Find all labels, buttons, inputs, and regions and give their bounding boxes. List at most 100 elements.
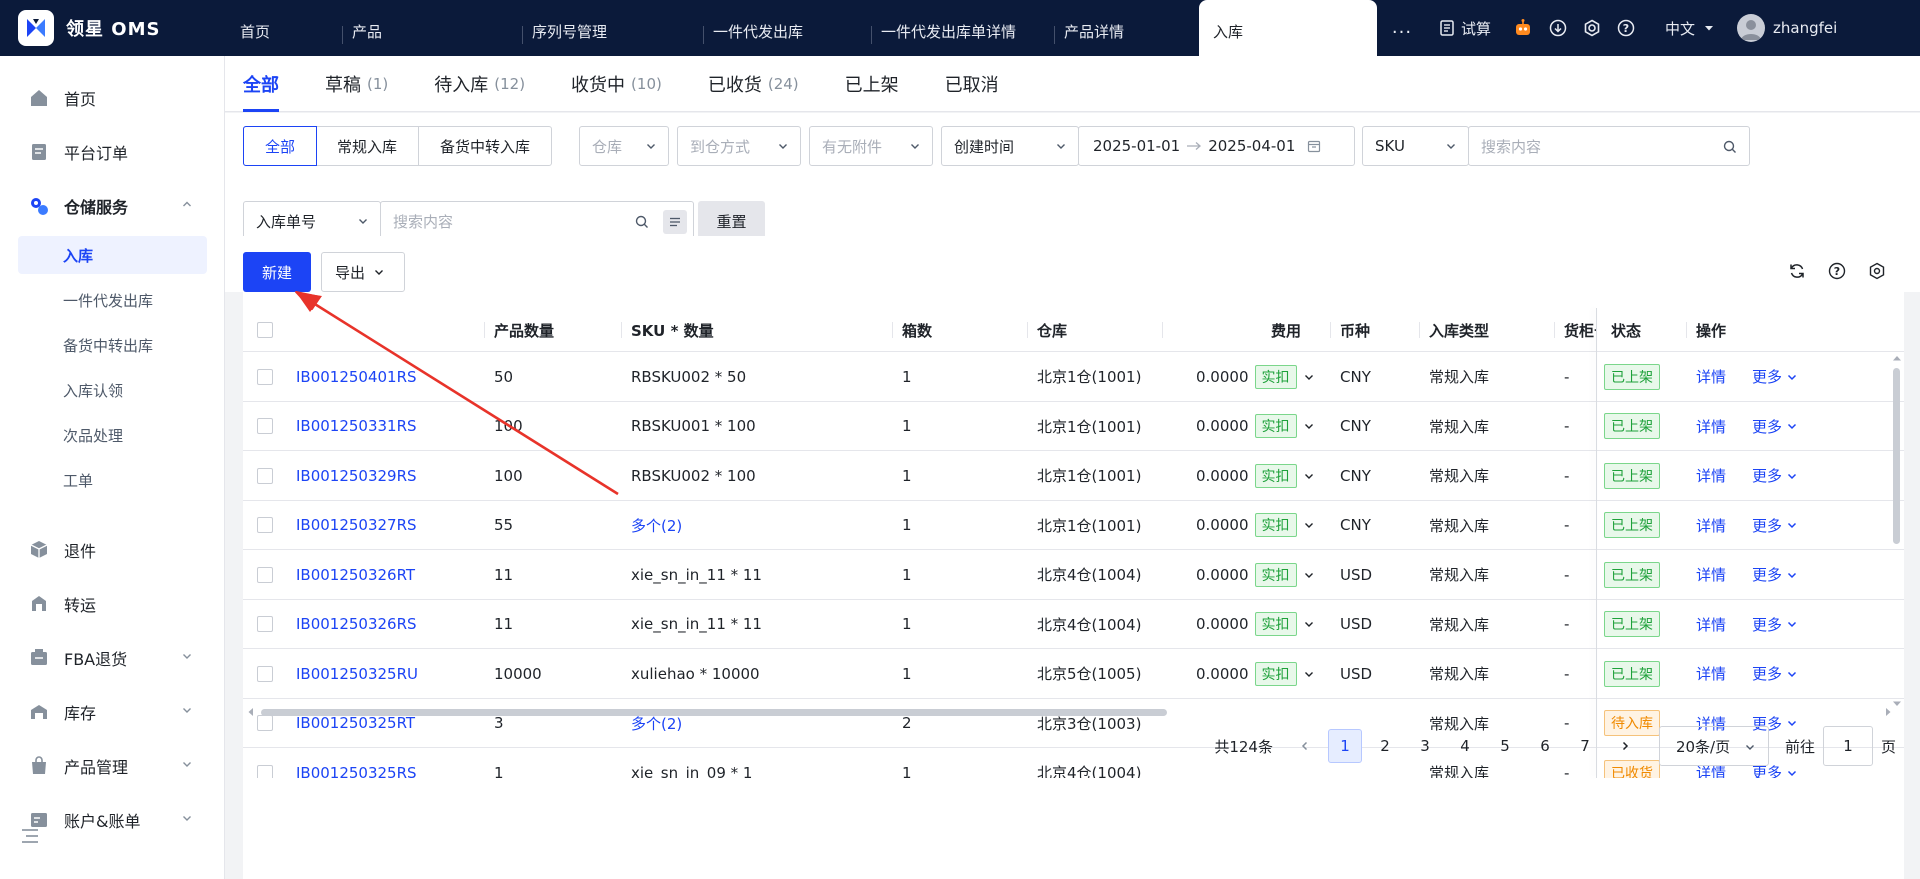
status-tab-7[interactable]: 已取消 [945,56,999,112]
sidebar-subitem-4[interactable]: 入库认领 [18,371,207,409]
goto-page-input[interactable]: 1 [1822,726,1873,766]
logo[interactable]: 领星 OMS [0,0,230,56]
new-button[interactable]: 新建 [243,252,311,292]
nav-tab-active[interactable]: 入库 [1199,0,1377,56]
vertical-scrollbar[interactable] [1891,352,1903,708]
export-button[interactable]: 导出 [321,252,405,292]
warehouse-select[interactable]: 仓库 [579,126,669,166]
nav-tab-4[interactable]: 一件代发出库 [703,0,871,56]
page-button-4[interactable]: 4 [1448,729,1482,763]
horizontal-scroll-thumb[interactable] [261,709,1167,716]
row-checkbox[interactable] [257,764,273,778]
nav-tab-6[interactable]: 产品详情 [1054,0,1199,56]
detail-link[interactable]: 详情 [1696,600,1726,649]
inbound-no-link[interactable]: IB001250325RS [296,748,417,779]
nav-tab-2[interactable]: 产品 [342,0,522,56]
chevron-down-icon[interactable] [1303,470,1315,482]
inbound-no-link[interactable]: IB001250401RS [296,352,417,401]
calc-button[interactable]: 试算 [1439,18,1491,39]
chevron-down-icon[interactable] [1303,618,1315,630]
status-tab-1[interactable]: 全部 [243,56,279,112]
inbound-no-search-input[interactable]: 搜索内容 [380,201,694,241]
help-circle-icon[interactable]: ? [1828,262,1846,280]
detail-link[interactable]: 详情 [1696,550,1726,599]
row-checkbox[interactable] [257,467,273,484]
attachment-select[interactable]: 有无附件 [809,126,933,166]
select-all-checkbox[interactable] [257,322,273,338]
sku-search-input[interactable]: 搜索内容 [1468,126,1750,166]
prev-page-button[interactable] [1288,729,1322,763]
scroll-right-icon[interactable] [1884,707,1892,717]
inbound-no-link[interactable]: IB001250325RU [296,649,418,698]
nav-tab-5[interactable]: 一件代发出库单详情 [871,0,1054,56]
row-checkbox[interactable] [257,517,273,533]
chevron-down-icon[interactable] [1303,420,1315,432]
sidebar-subitem-5[interactable]: 次品处理 [18,416,207,454]
arrival-method-select[interactable]: 到仓方式 [677,126,801,166]
sku-type-select[interactable]: SKU [1362,126,1469,166]
row-checkbox[interactable] [257,616,273,632]
sidebar-item-5[interactable]: 转运 [0,584,225,624]
inbound-no-link[interactable]: IB001250327RS [296,501,417,550]
sidebar-item-7[interactable]: 库存 [0,692,225,732]
search-icon[interactable] [1723,140,1737,154]
sidebar-item-9[interactable]: 账户&账单 [0,800,225,840]
column-settings-icon[interactable] [1868,262,1886,280]
status-tab-5[interactable]: 已收货 (24) [708,56,799,112]
detail-link[interactable]: 详情 [1696,402,1726,451]
search-icon[interactable] [635,215,649,229]
sidebar-item-6[interactable]: FBA退货 [0,638,225,678]
more-menu[interactable]: 更多 [1752,649,1798,698]
sidebar-item-8[interactable]: 产品管理 [0,746,225,786]
date-range-picker[interactable]: 2025-01-01 2025-04-01 [1078,126,1355,166]
sidebar-subitem-3[interactable]: 备货中转出库 [18,326,207,364]
chevron-down-icon[interactable] [1303,569,1315,581]
settings-icon[interactable] [1583,19,1601,37]
sidebar-item-4[interactable]: 退件 [0,530,225,570]
detail-link[interactable]: 详情 [1696,501,1726,550]
page-button-2[interactable]: 2 [1368,729,1402,763]
sku-qty[interactable]: 多个(2) [631,501,682,550]
chevron-down-icon[interactable] [1303,519,1315,531]
row-checkbox[interactable] [257,665,273,682]
status-tab-2[interactable]: 草稿 (1) [325,56,388,112]
status-tab-3[interactable]: 待入库 (12) [434,56,525,112]
horizontal-scrollbar[interactable] [247,706,1892,718]
nav-tab-3[interactable]: 序列号管理 [522,0,703,56]
type-transit-option[interactable]: 备货中转入库 [419,127,551,165]
chevron-down-icon[interactable] [1303,371,1315,383]
status-tab-4[interactable]: 收货中 (10) [571,56,662,112]
sidebar-subitem-2[interactable]: 一件代发出库 [18,281,207,319]
inbound-no-link[interactable]: IB001250326RS [296,600,417,649]
nav-more-button[interactable]: ··· [1377,14,1427,43]
status-tab-6[interactable]: 已上架 [845,56,899,112]
page-button-5[interactable]: 5 [1488,729,1522,763]
sidebar-item-1[interactable]: 首页 [0,78,225,118]
sidebar-item-2[interactable]: 平台订单 [0,132,225,172]
batch-input-icon[interactable] [663,210,687,234]
more-menu[interactable]: 更多 [1752,600,1798,649]
type-regular-option[interactable]: 常规入库 [316,127,420,165]
more-menu[interactable]: 更多 [1752,501,1798,550]
more-menu[interactable]: 更多 [1752,451,1798,500]
page-button-7[interactable]: 7 [1568,729,1602,763]
detail-link[interactable]: 详情 [1696,352,1726,401]
user-menu[interactable]: zhangfei [1737,14,1837,42]
refresh-icon[interactable] [1788,262,1806,280]
more-menu[interactable]: 更多 [1752,402,1798,451]
more-menu[interactable]: 更多 [1752,352,1798,401]
scroll-left-icon[interactable] [247,707,255,717]
reset-button[interactable]: 重置 [698,201,765,241]
help-icon[interactable]: ? [1617,19,1635,37]
sidebar-subitem-6[interactable]: 工单 [18,461,207,499]
sidebar-subitem-1[interactable]: 入库 [18,236,207,274]
robot-icon[interactable] [1513,18,1533,38]
scroll-down-icon[interactable] [1892,700,1902,708]
row-checkbox[interactable] [257,368,273,385]
page-button-3[interactable]: 3 [1408,729,1442,763]
time-type-select[interactable]: 创建时间 [941,126,1079,166]
inbound-no-type-select[interactable]: 入库单号 [243,201,381,241]
nav-tab-1[interactable]: 首页 [230,0,342,56]
type-all-option[interactable]: 全部 [243,126,318,166]
page-size-select[interactable]: 20条/页 [1658,726,1769,766]
